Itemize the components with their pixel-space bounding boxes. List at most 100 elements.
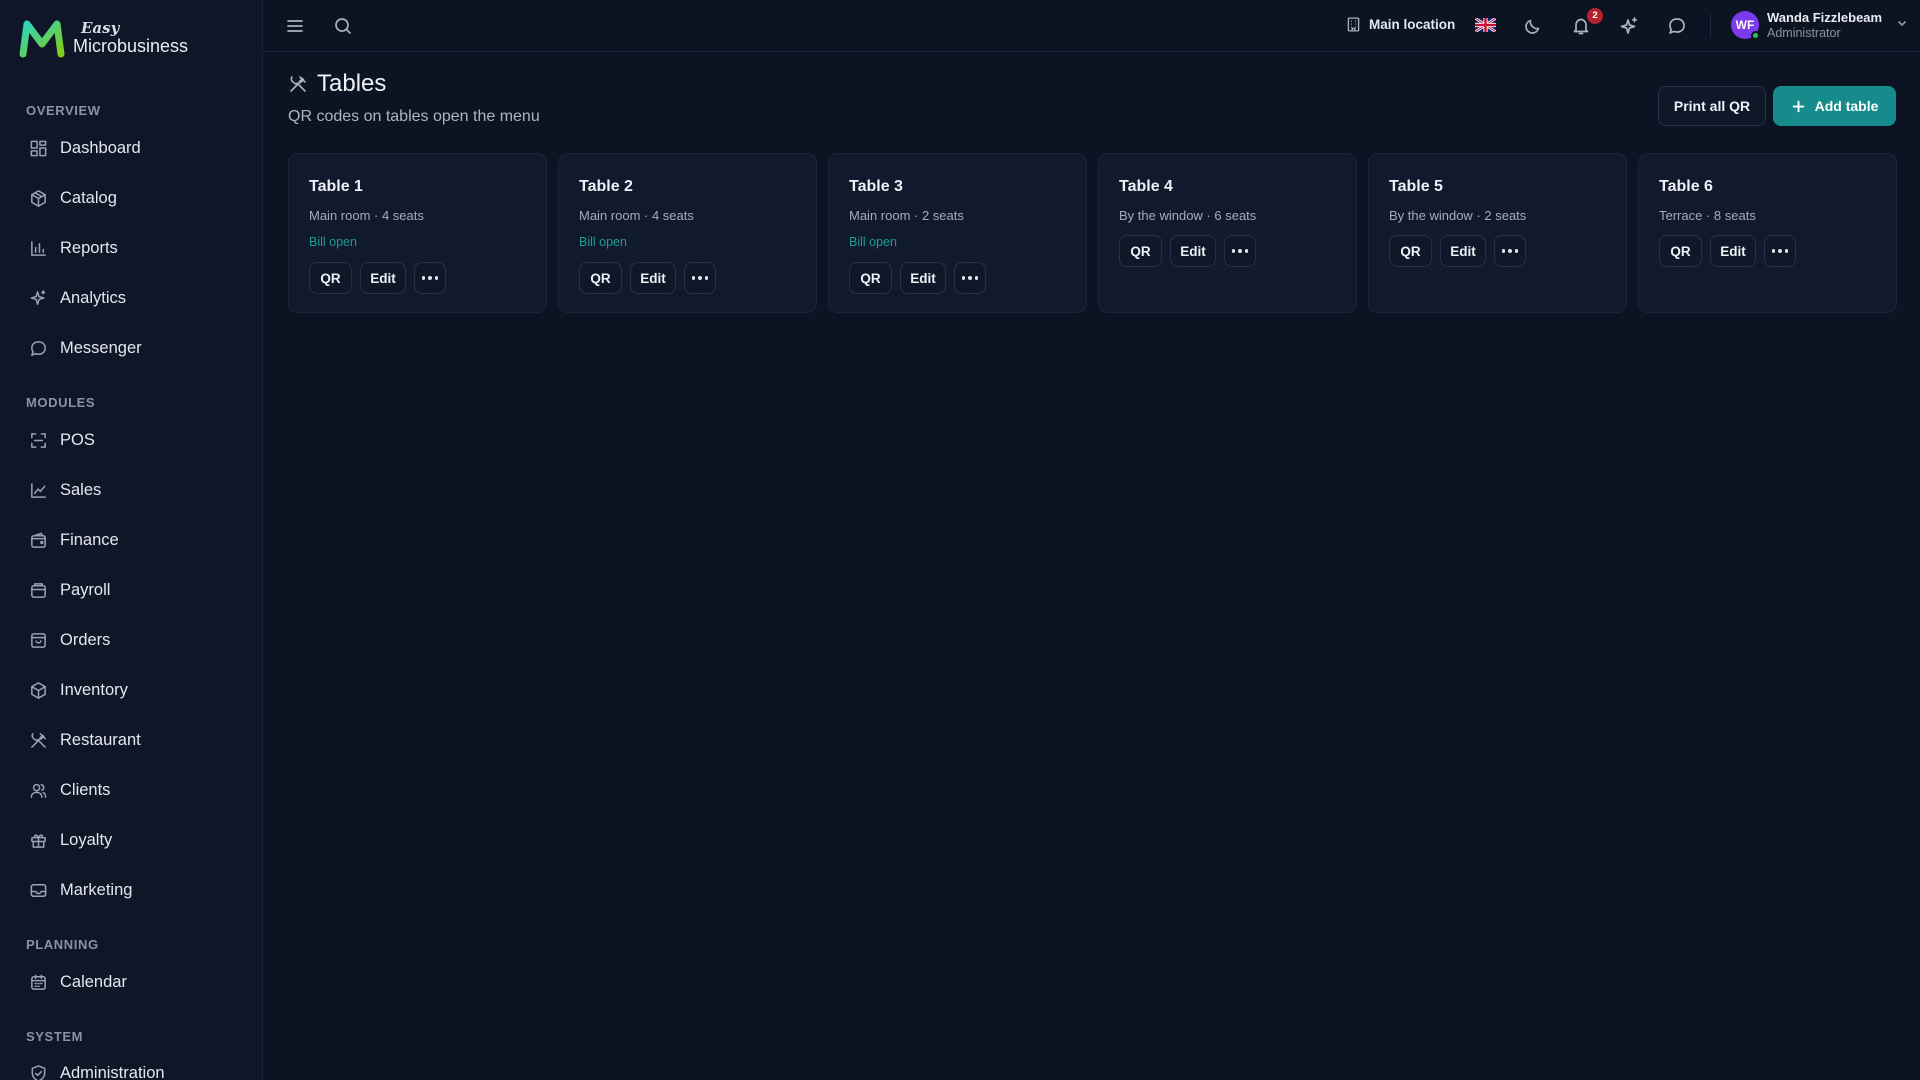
add-table-button[interactable]: Add table: [1773, 86, 1896, 126]
edit-button[interactable]: Edit: [630, 262, 676, 294]
table-name: Table 6: [1659, 178, 1713, 195]
sidebar-item-payroll[interactable]: Payroll: [14, 570, 248, 610]
edit-button[interactable]: Edit: [1710, 235, 1756, 267]
topbar: Main location 2 WF Wanda Fizzlebeam Admi…: [263, 0, 1920, 52]
qr-button[interactable]: QR: [1119, 235, 1162, 267]
sidebar-item-administration[interactable]: Administration: [14, 1053, 248, 1080]
sidebar-item-label: Inventory: [60, 680, 128, 699]
sidebar-item-restaurant[interactable]: Restaurant: [14, 720, 248, 760]
sidebar-item-calendar[interactable]: Calendar: [14, 962, 248, 1002]
dashboard-icon: [28, 138, 48, 158]
table-meta: Main room · 4 seats: [579, 208, 694, 223]
table-card[interactable]: Table 4 By the window · 6 seats QR Edit: [1098, 153, 1357, 313]
brand-logo[interactable]: Easy Microbusiness: [19, 18, 188, 58]
sidebar-item-messenger[interactable]: Messenger: [14, 328, 248, 368]
more-dots-icon: [421, 276, 439, 280]
building-icon: [1347, 17, 1360, 32]
table-meta: Main room · 4 seats: [309, 208, 424, 223]
more-options-button[interactable]: [954, 262, 986, 294]
sidebar-item-label: Dashboard: [60, 138, 141, 157]
sidebar-item-dashboard[interactable]: Dashboard: [14, 128, 248, 168]
sidebar-item-analytics[interactable]: Analytics: [14, 278, 248, 318]
chat-icon[interactable]: [1665, 14, 1689, 38]
sidebar-item-label: Messenger: [60, 338, 142, 357]
table-status: Bill open: [579, 235, 627, 249]
sidebar-item-label: Marketing: [60, 880, 133, 899]
sidebar-item-label: Sales: [60, 480, 102, 499]
more-options-button[interactable]: [1224, 235, 1256, 267]
loyalty-icon: [28, 830, 48, 850]
uk-flag-icon[interactable]: [1475, 18, 1496, 32]
qr-button[interactable]: QR: [1389, 235, 1432, 267]
user-role: Administrator: [1767, 25, 1841, 40]
location-selector[interactable]: Main location: [1345, 16, 1455, 33]
more-dots-icon: [1771, 249, 1789, 253]
print-all-qr-button[interactable]: Print all QR: [1658, 86, 1766, 126]
section-planning: PLANNING: [26, 937, 99, 952]
moon-icon[interactable]: [1521, 14, 1545, 38]
add-table-label: Add table: [1814, 98, 1879, 114]
more-dots-icon: [691, 276, 709, 280]
logo-mark-icon: [19, 20, 65, 58]
qr-button[interactable]: QR: [579, 262, 622, 294]
sidebar-item-marketing[interactable]: Marketing: [14, 870, 248, 910]
table-meta: Main room · 2 seats: [849, 208, 964, 223]
more-options-button[interactable]: [414, 262, 446, 294]
search-icon[interactable]: [331, 14, 355, 38]
section-system: SYSTEM: [26, 1029, 84, 1044]
edit-button[interactable]: Edit: [1440, 235, 1486, 267]
sidebar-item-pos[interactable]: POS: [14, 420, 248, 460]
table-card[interactable]: Table 3 Main room · 2 seats Bill open QR…: [828, 153, 1087, 313]
sidebar-item-label: POS: [60, 430, 95, 449]
sidebar-item-sales[interactable]: Sales: [14, 470, 248, 510]
sidebar-item-label: Calendar: [60, 972, 127, 991]
sidebar-item-label: Orders: [60, 630, 111, 649]
location-label: Main location: [1369, 17, 1456, 32]
sidebar-item-label: Loyalty: [60, 830, 113, 849]
sidebar-item-catalog[interactable]: Catalog: [14, 178, 248, 218]
avatar-initials: WF: [1735, 18, 1755, 33]
table-card[interactable]: Table 1 Main room · 4 seats Bill open QR…: [288, 153, 547, 313]
inventory-icon: [28, 680, 48, 700]
table-status: Bill open: [849, 235, 897, 249]
table-name: Table 3: [849, 178, 903, 195]
edit-button[interactable]: Edit: [900, 262, 946, 294]
finance-icon: [28, 530, 48, 550]
table-name: Table 5: [1389, 178, 1443, 195]
catalog-icon: [28, 188, 48, 208]
table-card[interactable]: Table 2 Main room · 4 seats Bill open QR…: [558, 153, 817, 313]
table-card[interactable]: Table 6 Terrace · 8 seats QR Edit: [1638, 153, 1897, 313]
more-options-button[interactable]: [684, 262, 716, 294]
more-options-button[interactable]: [1494, 235, 1526, 267]
sidebar-item-clients[interactable]: Clients: [14, 770, 248, 810]
sidebar-item-label: Restaurant: [60, 730, 141, 749]
qr-button[interactable]: QR: [849, 262, 892, 294]
more-dots-icon: [1231, 249, 1249, 253]
user-menu[interactable]: WF Wanda Fizzlebeam Administrator: [1731, 10, 1908, 41]
sales-icon: [28, 480, 48, 500]
restaurant-icon: [28, 730, 48, 750]
qr-button[interactable]: QR: [1659, 235, 1702, 267]
edit-button[interactable]: Edit: [1170, 235, 1216, 267]
more-dots-icon: [1501, 249, 1519, 253]
menu-toggle-icon[interactable]: [283, 14, 307, 38]
sidebar-item-label: Administration: [60, 1063, 165, 1080]
qr-button[interactable]: QR: [309, 262, 352, 294]
more-options-button[interactable]: [1764, 235, 1796, 267]
page-title: Tables: [317, 70, 387, 97]
sidebar-item-inventory[interactable]: Inventory: [14, 670, 248, 710]
page-subtitle: QR codes on tables open the menu: [288, 108, 540, 125]
clients-icon: [28, 780, 48, 800]
sidebar-item-loyalty[interactable]: Loyalty: [14, 820, 248, 860]
analytics-icon: [28, 288, 48, 308]
user-name: Wanda Fizzlebeam: [1767, 10, 1883, 25]
table-name: Table 4: [1119, 178, 1173, 195]
sparkles-icon[interactable]: [1617, 14, 1641, 38]
sidebar-item-finance[interactable]: Finance: [14, 520, 248, 560]
sidebar-item-reports[interactable]: Reports: [14, 228, 248, 268]
edit-button[interactable]: Edit: [360, 262, 406, 294]
sidebar-item-orders[interactable]: Orders: [14, 620, 248, 660]
table-card[interactable]: Table 5 By the window · 2 seats QR Edit: [1368, 153, 1627, 313]
reports-icon: [28, 238, 48, 258]
table-status: Bill open: [309, 235, 357, 249]
